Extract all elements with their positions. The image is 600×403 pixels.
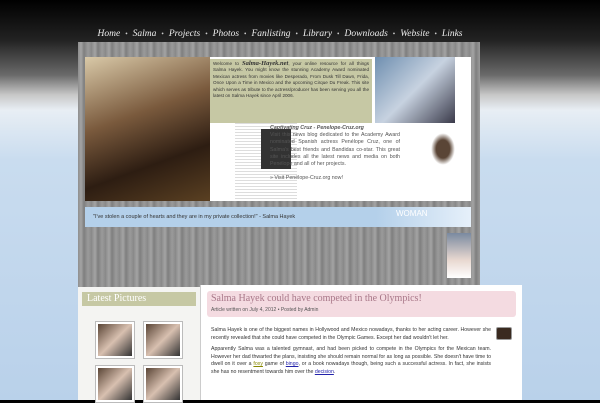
- nav-library[interactable]: Library: [303, 29, 332, 39]
- nav-home[interactable]: Home: [98, 29, 121, 39]
- separator: •: [125, 30, 128, 38]
- main-nav: Home • Salma • Projects • Photos • Fanlistin…: [98, 26, 463, 42]
- nav-links[interactable]: Links: [442, 29, 463, 39]
- salma-photo-2: [375, 57, 455, 123]
- separator: •: [337, 30, 340, 38]
- post-thumbnail: [496, 327, 512, 340]
- ad-banner[interactable]: [447, 233, 471, 278]
- visit-cruz-link[interactable]: » Visit Penélope-Cruz.org now!: [270, 175, 343, 181]
- nav-salma[interactable]: Salma: [133, 29, 157, 39]
- decision-link[interactable]: decision: [315, 369, 334, 375]
- picture-thumb[interactable]: [95, 321, 135, 359]
- separator: •: [244, 30, 247, 38]
- post-body: Salma Hayek is one of the biggest names …: [201, 323, 522, 384]
- sidebar: Latest Pictures: [78, 287, 200, 403]
- nav-website[interactable]: Website: [400, 29, 429, 39]
- separator: •: [392, 30, 396, 38]
- separator: •: [434, 30, 437, 38]
- cruz-promo: Captivating Cruz - Penelope-Cruz.org Vis…: [270, 125, 400, 182]
- sidebar-title: Latest Pictures: [82, 292, 196, 306]
- picture-thumb[interactable]: [143, 321, 183, 359]
- post-header: Salma Hayek could have competed in the O…: [207, 291, 516, 317]
- site-name: Salma-Hayek.net: [241, 60, 289, 67]
- foxy-link[interactable]: foxy: [253, 361, 263, 367]
- quote-bar: "I've stolen a couple of hearts and they…: [85, 207, 471, 227]
- welcome-box: Welcome to Salma-Hayek.net, your online …: [210, 59, 372, 123]
- separator: •: [205, 30, 208, 38]
- nav-fanlisting[interactable]: Fanlisting: [251, 29, 290, 39]
- bingo-link[interactable]: bingo: [286, 361, 299, 367]
- woman-logo: WOMAN: [376, 207, 471, 227]
- post: Salma Hayek could have competed in the O…: [200, 285, 522, 400]
- nav-photos[interactable]: Photos: [213, 29, 239, 39]
- picture-thumb[interactable]: [143, 365, 183, 403]
- salma-photo: [85, 57, 210, 201]
- nav-projects[interactable]: Projects: [169, 29, 200, 39]
- penelope-photo: [431, 133, 455, 165]
- post-title[interactable]: Salma Hayek could have competed in the O…: [211, 293, 512, 304]
- separator: •: [161, 30, 164, 38]
- nav-downloads[interactable]: Downloads: [345, 29, 388, 39]
- post-meta: Article written on July 4, 2012 • Posted…: [211, 307, 319, 313]
- separator: •: [295, 30, 298, 38]
- header-banner: Welcome to Salma-Hayek.net, your online …: [85, 57, 471, 201]
- picture-thumb[interactable]: [95, 365, 135, 403]
